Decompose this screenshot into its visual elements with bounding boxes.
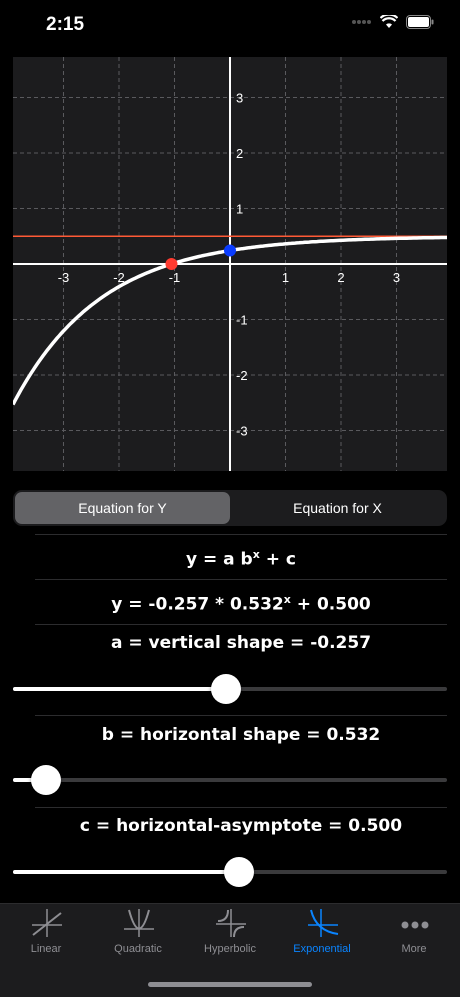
slider-thumb[interactable] [30, 765, 61, 795]
param-c-slider[interactable] [13, 855, 447, 889]
slider-thumb[interactable] [223, 857, 254, 887]
wifi-icon [380, 15, 398, 28]
param-a-label: a = vertical shape = -0.257 [110, 633, 372, 653]
divider [35, 807, 447, 808]
divider [35, 579, 447, 580]
param-b-label: b = horizontal shape = 0.532 [101, 725, 381, 745]
tab-exponential[interactable]: Exponential [276, 904, 368, 974]
exponential-graph-icon [308, 909, 339, 937]
y-tick-label: -2 [236, 368, 248, 383]
more-dots-icon [401, 921, 429, 929]
divider [35, 534, 447, 535]
divider [35, 715, 447, 716]
y-tick-label: -1 [236, 313, 248, 328]
x-tick-label: 1 [282, 270, 289, 285]
param-a-slider[interactable] [13, 672, 447, 706]
exponential-graph[interactable]: -3 -2 -1 1 2 3321-1-2-3 [13, 57, 447, 471]
y-tick-label: 3 [236, 91, 243, 106]
y-tick-label: 2 [236, 146, 243, 161]
linear-graph-icon [32, 909, 62, 937]
battery-icon [406, 15, 434, 29]
x-tick-label: 2 [337, 270, 344, 285]
y-tick-label: -3 [236, 424, 248, 439]
param-b-slider[interactable] [13, 763, 447, 797]
equation-mode-segmented-control[interactable]: Equation for Y Equation for X [13, 490, 447, 526]
hyperbolic-graph-icon [216, 909, 246, 938]
cellular-signal-icon [352, 20, 371, 24]
y-intercept-point[interactable] [224, 244, 236, 257]
status-bar: 2:15 [0, 0, 460, 52]
home-indicator [148, 982, 312, 987]
param-c-label: c = horizontal-asymptote = 0.500 [79, 816, 403, 836]
tab-more[interactable]: More [368, 904, 460, 974]
x-tick-label: 3 [393, 270, 400, 285]
tab-quadratic[interactable]: Quadratic [92, 904, 184, 974]
status-time: 2:15 [46, 14, 85, 35]
quadratic-graph-icon [124, 909, 154, 937]
segment-equation-for-y[interactable]: Equation for Y [15, 492, 230, 524]
x-tick-label: -1 [169, 270, 181, 285]
x-intercept-point[interactable] [165, 258, 178, 270]
slider-thumb[interactable] [210, 674, 241, 704]
specific-equation: y = -0.257 * 0.532x + 0.500 [111, 593, 371, 615]
tab-linear[interactable]: Linear [0, 904, 92, 974]
x-tick-label: -3 [58, 270, 70, 285]
divider [35, 624, 447, 625]
y-tick-label: 1 [236, 202, 243, 217]
segment-equation-for-x[interactable]: Equation for X [230, 492, 445, 524]
general-equation: y = a bx + c [185, 548, 296, 570]
tab-hyperbolic[interactable]: Hyperbolic [184, 904, 276, 974]
